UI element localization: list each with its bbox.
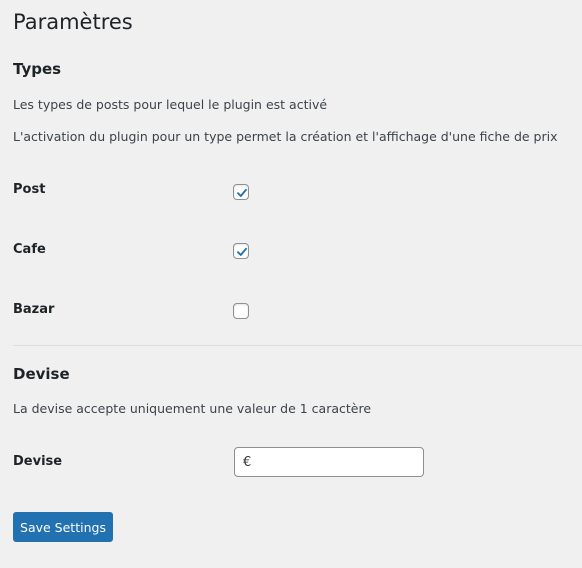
section-divider xyxy=(13,345,582,346)
devise-description: La devise accepte uniquement une valeur … xyxy=(13,401,372,416)
cafe-label: Cafe xyxy=(13,242,46,257)
page-title: Paramètres xyxy=(13,10,133,34)
save-settings-button[interactable]: Save Settings xyxy=(13,512,113,542)
bazar-label: Bazar xyxy=(13,302,55,317)
settings-page: Paramètres Types Les types de posts pour… xyxy=(0,0,582,568)
devise-section-title: Devise xyxy=(13,365,70,383)
checkmark-icon xyxy=(237,188,247,197)
post-label: Post xyxy=(13,182,46,197)
types-section-title: Types xyxy=(13,60,62,78)
checkmark-icon xyxy=(237,247,247,256)
cafe-checkbox[interactable] xyxy=(233,243,249,259)
types-description-1: Les types de posts pour lequel le plugin… xyxy=(13,97,328,112)
post-checkbox[interactable] xyxy=(233,184,249,200)
devise-field-label: Devise xyxy=(13,454,63,469)
bazar-checkbox[interactable] xyxy=(233,303,249,319)
devise-input[interactable] xyxy=(234,447,424,477)
types-description-2: L'activation du plugin pour un type perm… xyxy=(13,129,558,144)
